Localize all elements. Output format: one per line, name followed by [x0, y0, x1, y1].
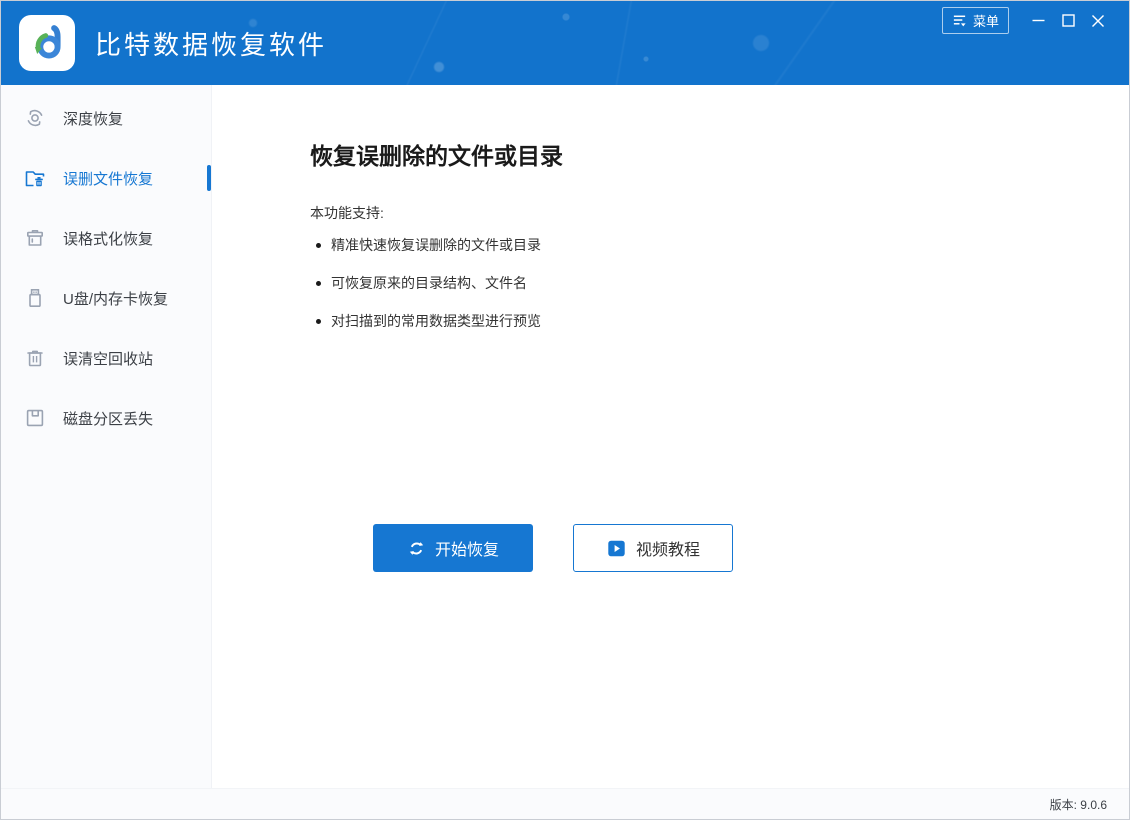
usb-card-icon [23, 286, 47, 310]
close-icon [1091, 14, 1105, 28]
version-label: 版本: 9.0.6 [1050, 796, 1107, 813]
sidebar-item-label: 深度恢复 [63, 108, 123, 129]
menu-button[interactable]: 菜单 [942, 7, 1009, 34]
maximize-button[interactable] [1053, 9, 1083, 33]
video-play-icon [606, 539, 627, 558]
app-window: 比特数据恢复软件 菜单 [0, 0, 1130, 820]
page-title: 恢复误删除的文件或目录 [310, 141, 1129, 171]
body: 深度恢复 误删文件恢复 [1, 85, 1129, 788]
close-button[interactable] [1083, 9, 1113, 33]
b-lettermark-icon [25, 21, 69, 65]
sidebar-item-label: 误格式化恢复 [63, 228, 153, 249]
deep-scan-icon [23, 106, 47, 130]
status-bar: 版本: 9.0.6 [1, 788, 1129, 819]
feature-item: 精准快速恢复误删除的文件或目录 [310, 237, 1129, 253]
start-recovery-button[interactable]: 开始恢复 [373, 524, 533, 572]
main-content: 恢复误删除的文件或目录 本功能支持: 精准快速恢复误删除的文件或目录 可恢复原来… [212, 85, 1129, 788]
sidebar: 深度恢复 误删文件恢复 [1, 85, 212, 788]
sidebar-item-label: 误删文件恢复 [63, 168, 153, 189]
recycle-bin-icon [23, 346, 47, 370]
app-logo [19, 15, 75, 71]
sidebar-item-disk-partition-loss[interactable]: 磁盘分区丢失 [1, 388, 211, 448]
sidebar-item-label: U盘/内存卡恢复 [63, 288, 168, 309]
menu-lines-icon [952, 13, 967, 28]
sidebar-item-deleted-file-recovery[interactable]: 误删文件恢复 [1, 148, 211, 208]
titlebar: 比特数据恢复软件 菜单 [1, 1, 1129, 85]
sidebar-item-recycle-bin-recovery[interactable]: 误清空回收站 [1, 328, 211, 388]
sidebar-item-format-recovery[interactable]: 误格式化恢复 [1, 208, 211, 268]
disk-partition-icon [23, 406, 47, 430]
folder-delete-icon [23, 166, 47, 190]
minimize-icon [1032, 14, 1045, 27]
sidebar-item-label: 磁盘分区丢失 [63, 408, 153, 429]
feature-intro: 本功能支持: [310, 203, 1129, 223]
app-title: 比特数据恢复软件 [95, 25, 327, 62]
active-indicator [207, 165, 211, 191]
refresh-icon [407, 539, 426, 558]
sidebar-item-label: 误清空回收站 [63, 348, 153, 369]
sidebar-item-deep-recovery[interactable]: 深度恢复 [1, 88, 211, 148]
menu-button-label: 菜单 [973, 11, 999, 30]
action-buttons: 开始恢复 视频教程 [373, 524, 1129, 572]
maximize-icon [1062, 14, 1075, 27]
feature-item: 对扫描到的常用数据类型进行预览 [310, 313, 1129, 329]
format-recovery-icon [23, 226, 47, 250]
feature-list: 精准快速恢复误删除的文件或目录 可恢复原来的目录结构、文件名 对扫描到的常用数据… [310, 237, 1129, 329]
start-recovery-label: 开始恢复 [435, 536, 499, 560]
video-tutorial-button[interactable]: 视频教程 [573, 524, 733, 572]
feature-item: 可恢复原来的目录结构、文件名 [310, 275, 1129, 291]
sidebar-item-usb-card-recovery[interactable]: U盘/内存卡恢复 [1, 268, 211, 328]
video-tutorial-label: 视频教程 [636, 536, 700, 560]
titlebar-controls: 菜单 [942, 7, 1113, 34]
minimize-button[interactable] [1023, 9, 1053, 33]
